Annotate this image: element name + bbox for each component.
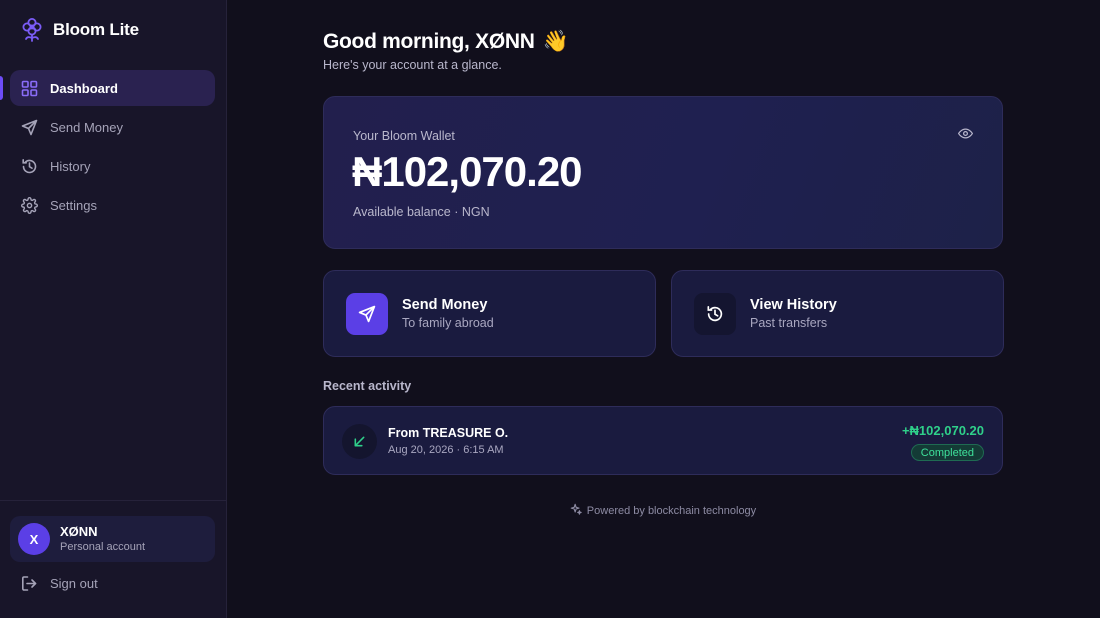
arrow-down-left-icon — [342, 424, 377, 459]
sidebar-item-dashboard[interactable]: Dashboard — [0, 70, 215, 106]
page-title: Good morning, XØNN 👋 — [323, 30, 569, 54]
greeting-text: Good morning, XØNN — [323, 30, 535, 53]
brand[interactable]: Bloom Lite — [22, 17, 139, 43]
sidebar: Bloom Lite Dashboard Send Money History … — [0, 0, 227, 618]
wallet-balance-caption: Available balance · NGN — [353, 205, 490, 219]
flower-icon — [22, 17, 42, 43]
transaction-title: From TREASURE O. — [388, 426, 509, 440]
sidebar-item-label: Dashboard — [50, 80, 118, 96]
list-item[interactable]: From TREASURE O. Aug 20, 2026 · 6:15 AM … — [323, 406, 1003, 475]
sidebar-item-send-money[interactable]: Send Money — [10, 109, 215, 145]
greeting-subtitle: Here's your account at a glance. — [323, 58, 502, 72]
history-icon — [21, 158, 38, 175]
sign-out-button[interactable]: Sign out — [21, 572, 98, 594]
send-money-title: Send Money — [402, 296, 488, 313]
send-money-text: Send Money To family abroad — [402, 296, 494, 332]
history-icon — [694, 292, 736, 335]
dashboard-icon — [21, 80, 38, 97]
send-icon — [346, 292, 388, 335]
sidebar-item-history[interactable]: History — [10, 148, 215, 184]
wallet-balance: ₦102,070.20 — [352, 148, 583, 195]
user-account-type: Personal account — [60, 540, 145, 553]
sidebar-item-label: History — [50, 158, 91, 174]
view-history-title: View History — [750, 296, 837, 313]
main-content: Good morning, XØNN 👋 Here's your account… — [227, 0, 1100, 618]
eye-icon — [957, 126, 973, 146]
sidebar-item-label: Send Money — [50, 119, 123, 135]
send-money-card[interactable]: Send Money To family abroad — [323, 270, 656, 357]
toggle-balance-visibility-button[interactable] — [956, 127, 974, 145]
powered-by-footer: Powered by blockchain technology — [323, 503, 1003, 518]
wave-emoji: 👋 — [542, 30, 569, 53]
transaction-date: Aug 20, 2026 · 6:15 AM — [388, 444, 504, 456]
wallet-card: Your Bloom Wallet ₦102,070.20 Available … — [323, 96, 1003, 249]
footer-text: Powered by blockchain technology — [586, 504, 757, 517]
sidebar-nav: Dashboard Send Money History Settings — [0, 70, 215, 226]
app-name: Bloom Lite — [53, 20, 139, 39]
recent-activity-heading: Recent activity — [323, 379, 412, 393]
sidebar-item-settings[interactable]: Settings — [10, 187, 215, 223]
view-history-card[interactable]: View History Past transfers — [671, 270, 1004, 357]
sidebar-footer: X XØNN Personal account Sign out — [0, 500, 226, 618]
sign-out-label: Sign out — [50, 575, 98, 591]
view-history-text: View History Past transfers — [750, 296, 837, 332]
status-badge: Completed — [910, 444, 984, 461]
user-info: XØNN Personal account — [60, 524, 145, 555]
send-icon — [21, 119, 38, 136]
user-name: XØNN — [60, 523, 98, 539]
logout-icon — [21, 575, 38, 592]
gear-icon — [21, 196, 38, 214]
transaction-amount: +₦102,070.20 — [901, 423, 984, 438]
wallet-label: Your Bloom Wallet — [353, 129, 455, 143]
greeting: Good morning, XØNN 👋 Here's your account… — [323, 30, 569, 72]
send-money-subtitle: To family abroad — [402, 315, 494, 330]
app-root: Bloom Lite Dashboard Send Money History … — [0, 0, 1100, 618]
user-card[interactable]: X XØNN Personal account — [10, 516, 215, 562]
avatar: X — [18, 523, 50, 555]
sparkle-icon — [570, 503, 582, 518]
view-history-subtitle: Past transfers — [750, 315, 828, 330]
sidebar-item-label: Settings — [50, 197, 97, 213]
